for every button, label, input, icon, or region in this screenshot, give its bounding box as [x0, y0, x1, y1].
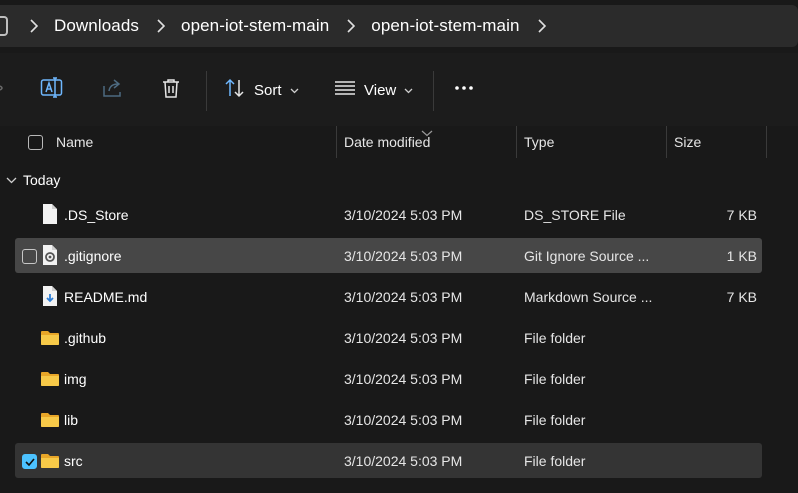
chevron-down-icon — [404, 81, 413, 99]
markdown-file-icon — [40, 285, 60, 307]
file-name: lib — [64, 411, 79, 428]
file-name: .github — [64, 329, 107, 346]
file-name: .gitignore — [64, 247, 122, 264]
column-size[interactable]: Size — [674, 126, 764, 158]
table-row[interactable]: .DS_Store 3/10/2024 5:03 PM DS_STORE File 7… — [15, 197, 762, 232]
file-type: File folder — [524, 329, 586, 346]
column-divider[interactable] — [666, 126, 667, 158]
chevron-right-icon[interactable] — [157, 19, 166, 33]
file-name: .DS_Store — [64, 206, 129, 223]
delete-button[interactable] — [160, 73, 182, 107]
file-type: Git Ignore Source ... — [524, 247, 650, 264]
file-size — [667, 402, 757, 437]
file-date: 3/10/2024 5:03 PM — [344, 411, 463, 428]
file-size: 7 KB — [726, 288, 757, 305]
file-date: 3/10/2024 5:03 PM — [344, 329, 463, 346]
view-button[interactable]: View — [334, 73, 413, 107]
file-date: 3/10/2024 5:03 PM — [344, 452, 463, 469]
group-header-today[interactable]: Today — [0, 166, 60, 194]
file-name: src — [64, 452, 83, 469]
file-size — [667, 320, 757, 355]
chevron-down-icon — [290, 81, 299, 99]
sort-button[interactable]: Sort — [224, 73, 299, 107]
rename-button[interactable] — [40, 73, 64, 107]
file-type: File folder — [524, 370, 586, 387]
column-divider[interactable] — [336, 126, 337, 158]
file-name: img — [64, 370, 87, 387]
column-divider[interactable] — [516, 126, 517, 158]
file-date: 3/10/2024 5:03 PM — [344, 247, 463, 264]
chevron-right-icon[interactable] — [30, 19, 38, 33]
sort-label: Sort — [254, 81, 282, 99]
trash-icon — [160, 77, 182, 104]
select-all-checkbox[interactable] — [28, 126, 43, 158]
more-options-button[interactable] — [454, 73, 476, 107]
folder-icon — [40, 452, 60, 474]
group-label: Today — [23, 172, 61, 188]
breadcrumb[interactable]: Downloads open-iot-stem-main open-iot-st… — [0, 5, 798, 47]
column-divider[interactable] — [766, 126, 767, 158]
table-row[interactable]: .github 3/10/2024 5:03 PM File folder — [15, 320, 762, 355]
checkbox-box — [28, 134, 43, 150]
row-checkbox[interactable] — [22, 454, 37, 469]
file-date: 3/10/2024 5:03 PM — [344, 206, 463, 223]
table-row[interactable]: .gitignore 3/10/2024 5:03 PM Git Ignore So… — [15, 238, 762, 273]
file-type: DS_STORE File — [524, 206, 626, 223]
share-icon — [101, 77, 125, 104]
file-size: 7 KB — [726, 206, 757, 223]
folder-icon — [40, 370, 60, 392]
file-icon — [40, 203, 60, 225]
drive-icon — [0, 16, 8, 36]
column-date-label: Date modified — [344, 134, 431, 150]
toolbar-divider — [433, 71, 434, 111]
column-name[interactable]: Name — [56, 126, 336, 158]
table-row[interactable]: README.md 3/10/2024 5:03 PM Markdown Sourc… — [15, 279, 762, 314]
address-bar: Downloads open-iot-stem-main open-iot-st… — [0, 0, 798, 53]
column-header: Name Date modified Type Size — [0, 126, 798, 158]
file-date: 3/10/2024 5:03 PM — [344, 370, 463, 387]
toolbar-divider — [206, 71, 207, 111]
settings-file-icon — [40, 244, 60, 266]
file-type: File folder — [524, 411, 586, 428]
column-size-label: Size — [674, 134, 702, 150]
file-name: README.md — [64, 288, 148, 305]
column-name-label: Name — [56, 134, 94, 150]
cut-icon — [0, 77, 6, 104]
folder-icon — [40, 411, 60, 433]
chevron-down-icon[interactable] — [6, 177, 17, 184]
file-size — [667, 361, 757, 396]
sort-icon — [224, 77, 246, 104]
folder-icon — [40, 329, 60, 351]
file-date: 3/10/2024 5:03 PM — [344, 288, 463, 305]
cut-button[interactable] — [0, 73, 6, 107]
table-row[interactable]: src 3/10/2024 5:03 PM File folder — [15, 443, 762, 478]
breadcrumb-item-project[interactable]: open-iot-stem-main — [181, 16, 329, 36]
file-type: File folder — [524, 452, 586, 469]
more-icon — [454, 77, 476, 104]
column-type[interactable]: Type — [524, 126, 664, 158]
view-icon — [334, 77, 356, 104]
table-row[interactable]: img 3/10/2024 5:03 PM File folder — [15, 361, 762, 396]
breadcrumb-item-downloads[interactable]: Downloads — [54, 16, 139, 36]
table-row[interactable]: lib 3/10/2024 5:03 PM File folder — [15, 402, 762, 437]
breadcrumb-item-current[interactable]: open-iot-stem-main — [371, 16, 519, 36]
file-size — [667, 443, 757, 478]
rename-icon — [40, 76, 64, 104]
sort-indicator-icon — [421, 124, 433, 142]
column-type-label: Type — [524, 134, 555, 150]
row-checkbox[interactable] — [22, 249, 37, 264]
view-label: View — [364, 81, 397, 99]
file-size: 1 KB — [726, 247, 757, 264]
file-type: Markdown Source ... — [524, 288, 653, 305]
share-button[interactable] — [101, 73, 125, 107]
command-bar: Sort View — [0, 53, 798, 127]
chevron-right-icon[interactable] — [347, 19, 356, 33]
chevron-right-icon[interactable] — [537, 19, 546, 33]
